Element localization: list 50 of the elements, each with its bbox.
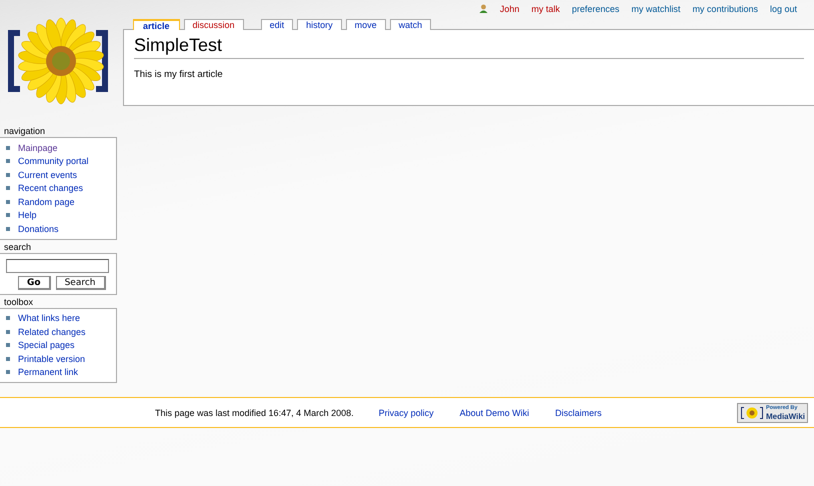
sidebar-link[interactable]: Permanent link: [18, 367, 78, 378]
search-button[interactable]: Search: [56, 276, 106, 290]
tab[interactable]: edit: [260, 19, 294, 30]
bullet-icon: [6, 343, 10, 348]
footer-link[interactable]: About Demo Wiki: [460, 408, 530, 418]
sidebar-link[interactable]: Special pages: [18, 340, 75, 350]
bullet-icon: [6, 316, 10, 320]
portlet-heading: navigation: [4, 126, 46, 137]
sidebar-link[interactable]: What links here: [18, 313, 80, 324]
last-modified-text: This page was last modified 16:47, 4 March 2008.: [155, 408, 354, 418]
bullet-icon: [6, 146, 10, 150]
bullet-icon: [6, 172, 10, 177]
sidebar-link[interactable]: Printable version: [18, 354, 86, 364]
page-title: SimpleTest: [134, 34, 804, 59]
sidebar-link[interactable]: Mainpage: [18, 142, 58, 153]
sidebar-link[interactable]: Recent changes: [18, 183, 84, 194]
user-icon: [478, 4, 488, 13]
sidebar-link[interactable]: Donations: [18, 224, 59, 234]
tab[interactable]: move: [346, 19, 386, 30]
search-field[interactable]: [6, 258, 109, 272]
personal-link[interactable]: log out: [770, 4, 797, 14]
search-button[interactable]: Go: [18, 276, 51, 290]
portlet-heading: toolbox: [4, 296, 34, 308]
tab[interactable]: history: [297, 19, 342, 30]
article-text: This is my first article: [134, 69, 224, 80]
badge-text: MediaWiki: [766, 412, 805, 420]
footer-link[interactable]: Disclaimers: [555, 408, 602, 418]
sidebar-link[interactable]: Related changes: [18, 326, 86, 337]
bullet-icon: [6, 226, 10, 231]
personal-link[interactable]: my contributions: [692, 4, 758, 14]
user-link[interactable]: John: [500, 4, 520, 14]
sidebar-link[interactable]: Random page: [18, 196, 75, 207]
bullet-icon: [6, 200, 10, 204]
sidebar-link[interactable]: Current events: [18, 170, 78, 180]
sunflower-logo-icon: [740, 406, 764, 420]
bullet-icon: [6, 356, 10, 361]
bullet-icon: [6, 186, 10, 190]
tab[interactable]: discussion: [184, 19, 244, 30]
personal-link[interactable]: preferences: [572, 4, 620, 14]
portlet-heading: search: [4, 242, 32, 252]
bullet-icon: [6, 370, 10, 374]
personal-link[interactable]: my watchlist: [631, 4, 680, 14]
bullet-icon: [6, 330, 10, 334]
bullet-icon: [6, 213, 10, 218]
bullet-icon: [6, 159, 10, 164]
sidebar-link[interactable]: Help: [18, 210, 37, 220]
personal-link[interactable]: my talk: [531, 4, 560, 14]
tab[interactable]: article: [133, 19, 180, 30]
footer-link[interactable]: Privacy policy: [378, 408, 434, 418]
sidebar-link[interactable]: Community portal: [18, 156, 89, 166]
